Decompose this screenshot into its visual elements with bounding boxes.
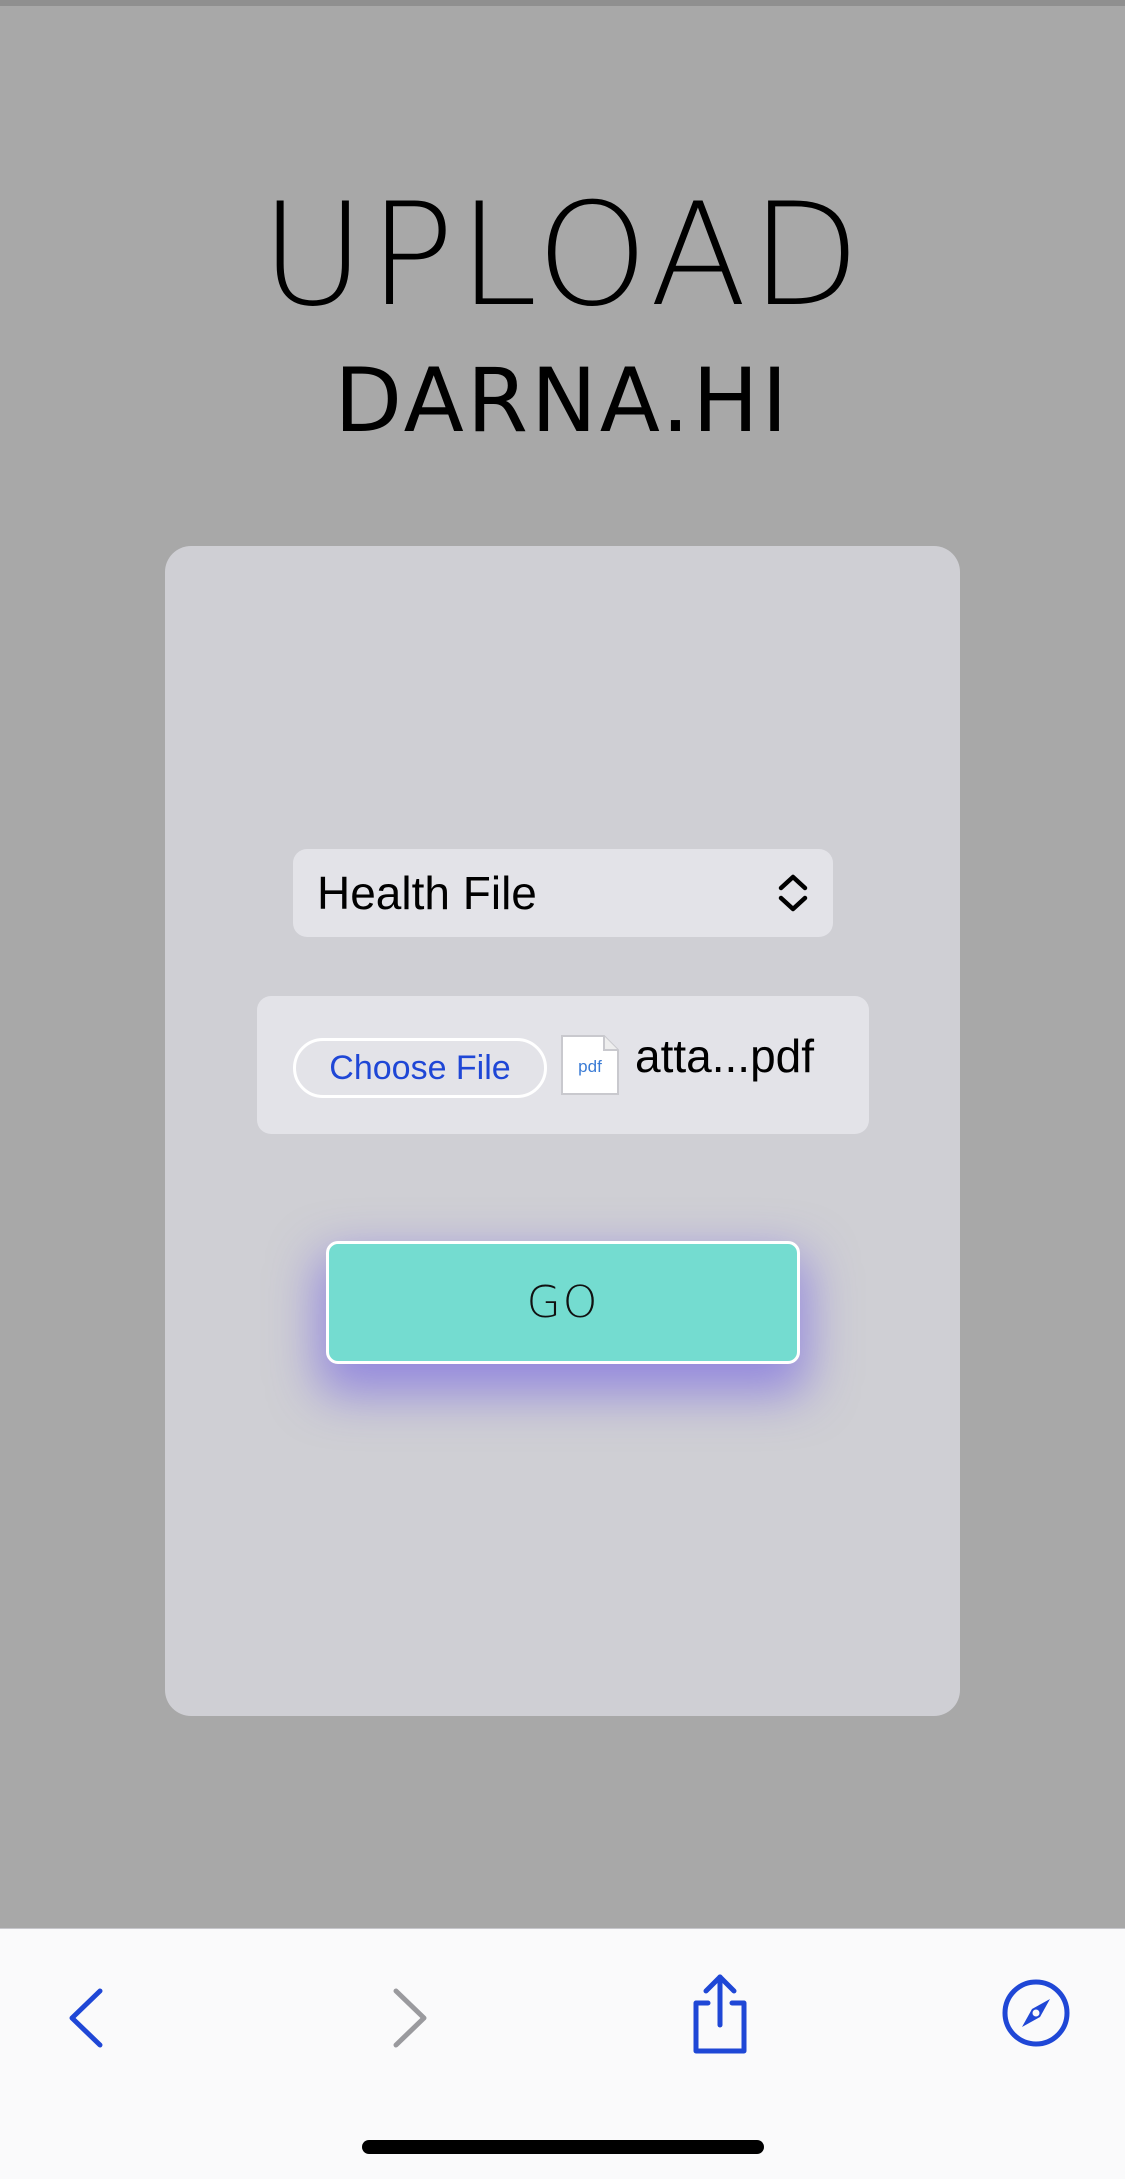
selected-file-name: atta...pdf: [635, 1030, 815, 1082]
upload-card: Health File Choose File pdf atta...pdf G…: [165, 546, 960, 1716]
chevron-up-down-icon: [773, 871, 813, 915]
pdf-icon-label: pdf: [578, 1057, 602, 1076]
page-subtitle: DARNA.HI: [334, 349, 791, 452]
browser-toolbar: [0, 1928, 1125, 2179]
share-icon[interactable]: [684, 1973, 756, 2055]
file-input: Choose File pdf atta...pdf: [257, 996, 869, 1134]
choose-file-button[interactable]: Choose File: [293, 1038, 547, 1098]
home-indicator[interactable]: [362, 2140, 764, 2154]
chevron-right-icon[interactable]: [384, 1983, 434, 2053]
page: UPLOAD DARNA.HI Health File Choose File …: [0, 6, 1125, 1928]
file-type-select[interactable]: Health File: [293, 849, 833, 937]
page-title: UPLOAD: [260, 173, 865, 338]
go-button[interactable]: GO: [326, 1241, 800, 1364]
file-type-selected-value: Health File: [317, 867, 537, 919]
pdf-file-icon: pdf: [560, 1034, 620, 1096]
compass-icon[interactable]: [1000, 1977, 1072, 2049]
chevron-left-icon[interactable]: [62, 1983, 112, 2053]
